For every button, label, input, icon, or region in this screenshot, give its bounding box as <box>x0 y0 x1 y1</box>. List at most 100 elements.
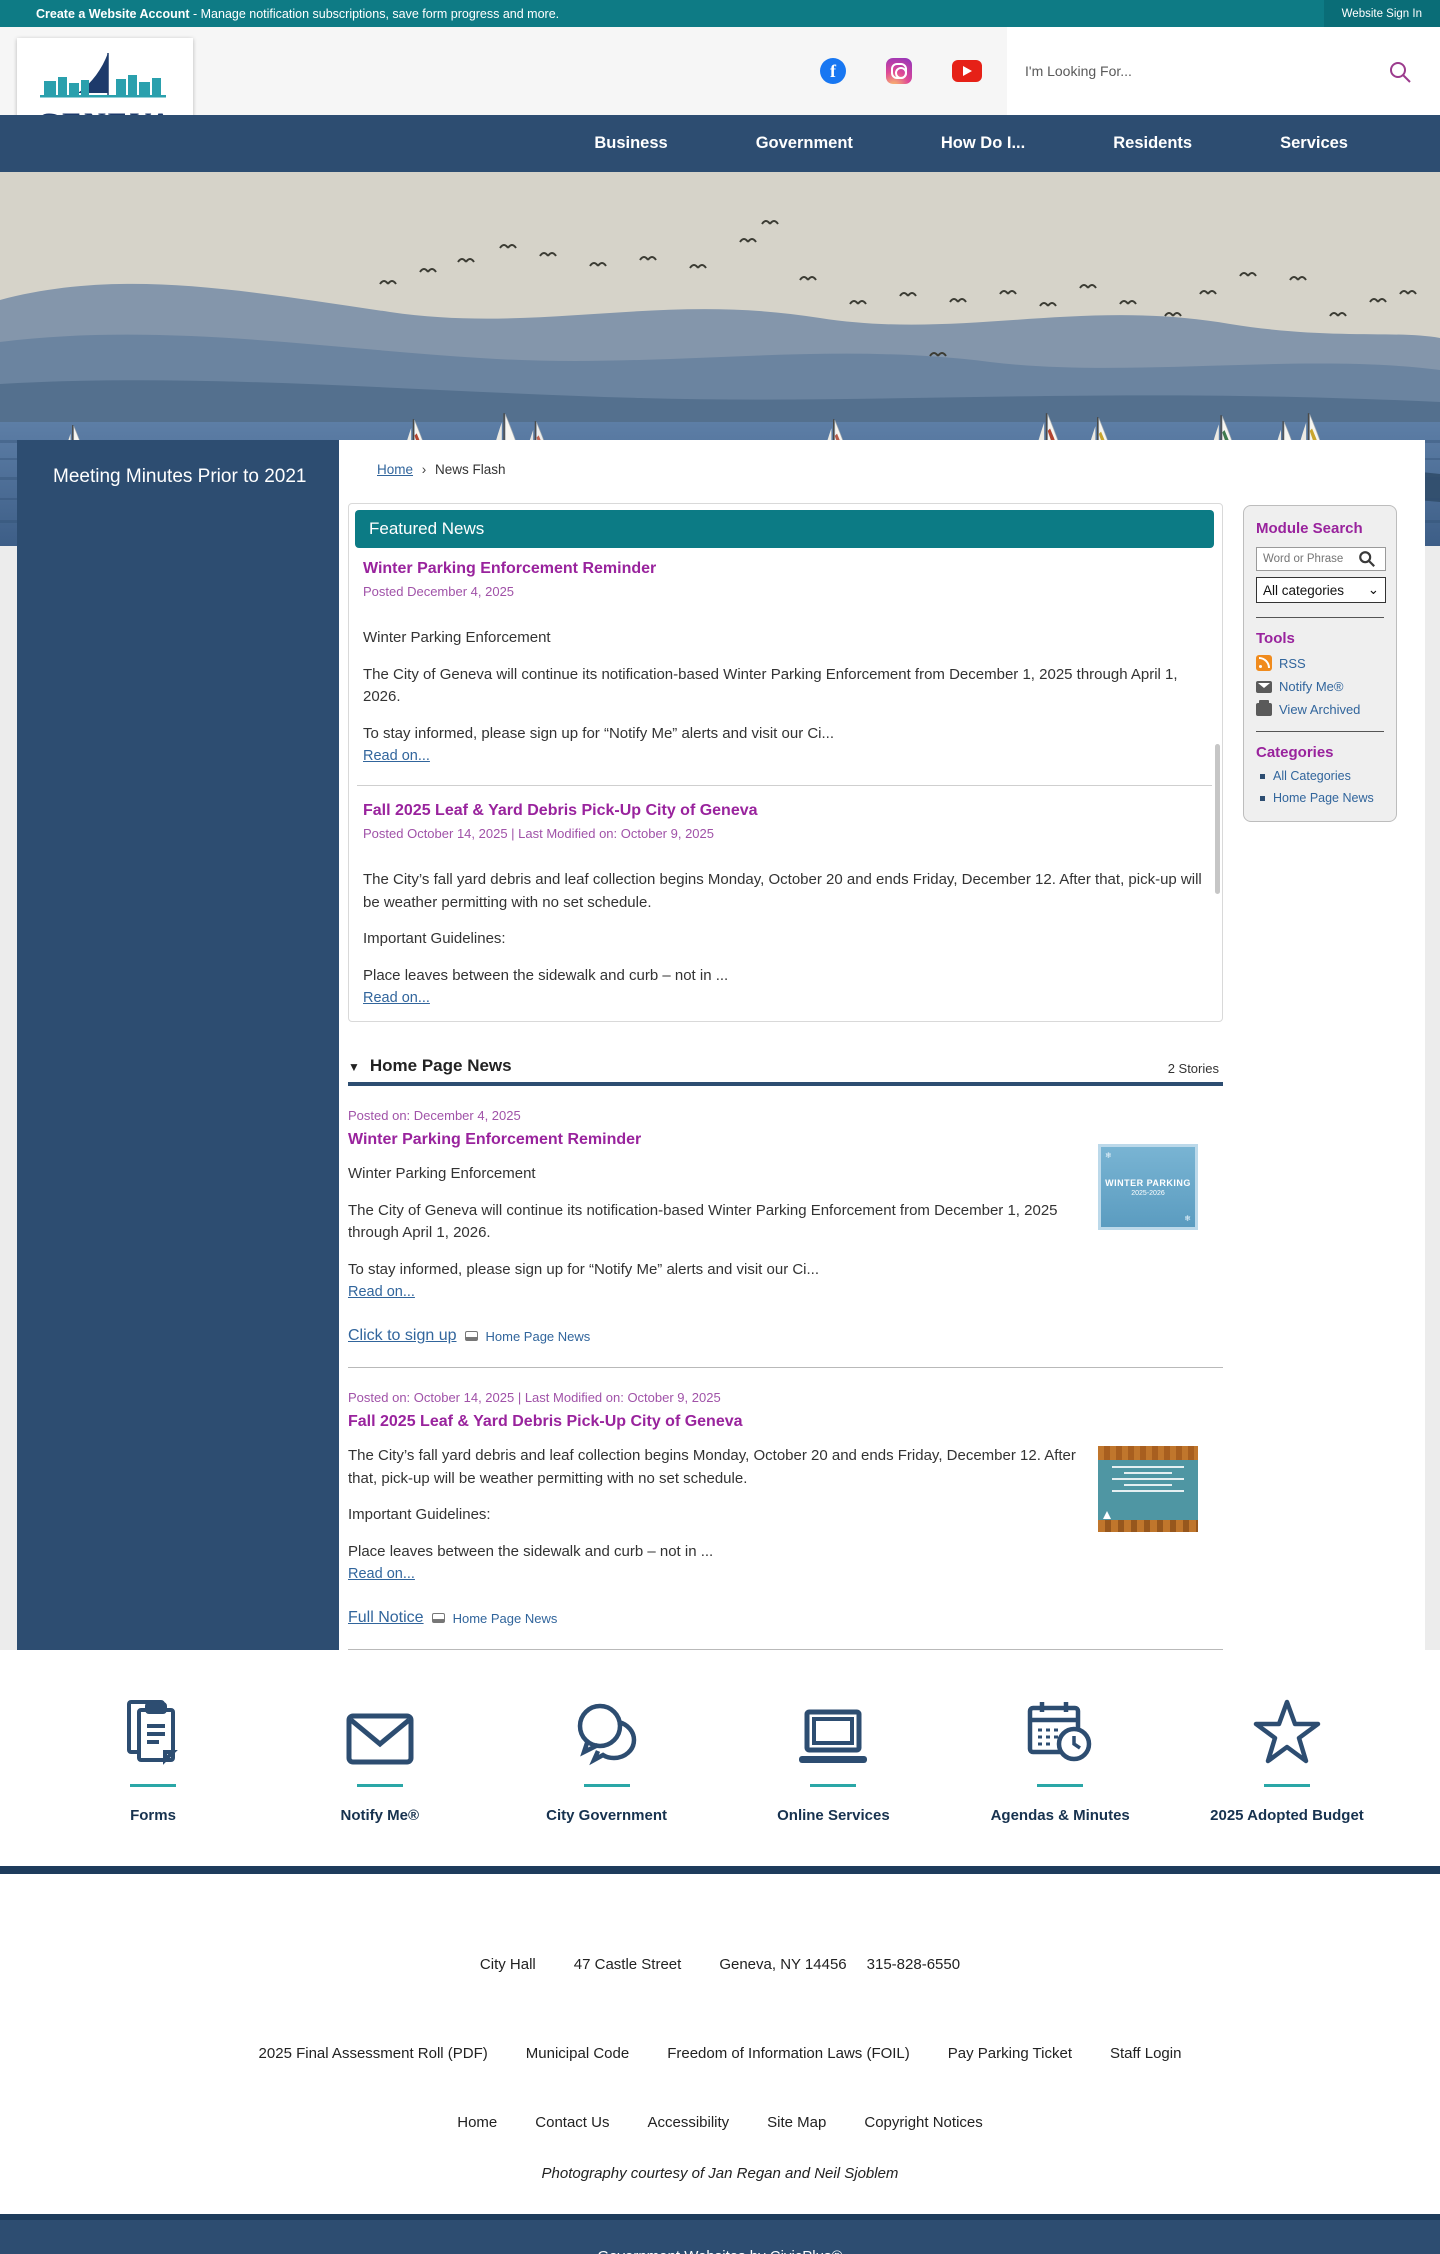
quick-link-label: 2025 Adopted Budget <box>1210 1807 1364 1824</box>
site-header: GENEVA — UNIQUELY URBAN — f <box>0 27 1440 160</box>
post-posted-date: Posted on: December 4, 2025 <box>348 1108 521 1123</box>
search-input[interactable] <box>1007 63 1337 79</box>
tools-title: Tools <box>1256 630 1295 647</box>
instagram-icon[interactable] <box>886 58 912 84</box>
contact-us-link[interactable]: Contact Us <box>535 2114 609 2131</box>
quick-link-adopted-budget[interactable]: 2025 Adopted Budget <box>1182 1650 1392 1866</box>
sidebar-item-meeting-minutes[interactable]: Meeting Minutes Prior to 2021 <box>53 466 319 488</box>
quick-link-label: City Government <box>546 1807 668 1824</box>
assessment-roll-link[interactable]: 2025 Final Assessment Roll (PDF) <box>259 2045 488 2062</box>
quick-link-notify-me[interactable]: Notify Me® <box>275 1650 485 1866</box>
site-map-link[interactable]: Site Map <box>767 2114 826 2131</box>
footer-links-row2: Home Contact Us Accessibility Site Map C… <box>0 2114 1440 2131</box>
paragraph: Place leaves between the sidewalk and cu… <box>348 1542 714 1560</box>
quick-link-city-government[interactable]: City Government <box>502 1650 712 1866</box>
chevron-down-icon: ⌄ <box>1367 582 1379 597</box>
social-icons: f <box>820 27 982 115</box>
category-select-value: All categories <box>1263 582 1345 598</box>
featured-article-title[interactable]: Winter Parking Enforcement Reminder <box>363 560 1204 578</box>
tool-notify-me[interactable]: Notify Me® <box>1256 679 1384 694</box>
quick-link-label: Forms <box>130 1807 176 1824</box>
calendar-clock-icon <box>1027 1702 1092 1762</box>
paragraph: The City of Geneva will continue its not… <box>348 1201 1058 1242</box>
post-title[interactable]: Winter Parking Enforcement Reminder <box>348 1131 1223 1149</box>
paragraph: Winter Parking Enforcement <box>363 629 551 646</box>
accent-bar <box>810 1784 857 1787</box>
tool-view-archived[interactable]: View Archived <box>1256 700 1384 717</box>
post-body: Winter Parking Enforcement The City of G… <box>348 1163 1088 1281</box>
accessibility-link[interactable]: Accessibility <box>647 2114 729 2131</box>
rss-link[interactable]: RSS <box>1279 656 1306 671</box>
municipal-code-link[interactable]: Municipal Code <box>526 2045 629 2062</box>
footer-separator <box>0 1866 1440 1874</box>
category-select[interactable]: All categories ⌄ <box>1256 577 1386 603</box>
quick-link-forms[interactable]: Forms <box>48 1650 258 1866</box>
nav-how-do-i[interactable]: How Do I... <box>897 134 1069 153</box>
full-notice-link[interactable]: Full Notice <box>348 1609 424 1627</box>
read-on-link[interactable]: Read on... <box>348 1284 415 1300</box>
notify-me-link[interactable]: Notify Me® <box>1279 679 1343 694</box>
category-all[interactable]: All Categories <box>1260 769 1384 783</box>
nav-government[interactable]: Government <box>712 134 897 153</box>
address-city: Geneva, NY 14456 <box>719 1956 847 1973</box>
pay-parking-ticket-link[interactable]: Pay Parking Ticket <box>948 2045 1072 2062</box>
forms-icon <box>127 1700 178 1765</box>
civicplus-credit[interactable]: Government Websites by CivicPlus® <box>597 2248 842 2254</box>
foil-link[interactable]: Freedom of Information Laws (FOIL) <box>667 2045 910 2062</box>
paragraph: To stay informed, please sign up for “No… <box>348 1260 820 1278</box>
quick-link-agendas-minutes[interactable]: Agendas & Minutes <box>955 1650 1165 1866</box>
search-icon[interactable] <box>1388 60 1412 84</box>
home-link[interactable]: Home <box>457 2114 497 2131</box>
paragraph: The City’s fall yard debris and leaf col… <box>348 1447 1076 1487</box>
module-search-icon[interactable] <box>1358 550 1376 568</box>
post-title[interactable]: Fall 2025 Leaf & Yard Debris Pick-Up Cit… <box>348 1413 1223 1431</box>
read-on-link[interactable]: Read on... <box>348 1566 415 1582</box>
laptop-icon <box>799 1709 868 1763</box>
page-icon <box>464 1331 478 1341</box>
copyright-notices-link[interactable]: Copyright Notices <box>864 2114 982 2131</box>
category-home-page-news[interactable]: Home Page News <box>1260 791 1384 805</box>
featured-article-posted: Posted October 14, 2025 | Last Modified … <box>363 826 714 841</box>
chevron-down-icon: ▼ <box>348 1060 360 1074</box>
featured-scrollbar[interactable] <box>1215 744 1220 894</box>
read-on-link[interactable]: Read on... <box>363 748 430 764</box>
website-sign-in-button[interactable]: Website Sign In <box>1323 0 1440 27</box>
news-post: Posted on: October 14, 2025 | Last Modif… <box>348 1368 1223 1650</box>
home-page-news-link[interactable]: Home Page News <box>1273 791 1374 805</box>
featured-news-header: Featured News <box>355 510 1214 548</box>
tool-rss[interactable]: RSS <box>1256 655 1384 671</box>
create-account-link[interactable]: Create a Website Account <box>36 7 190 21</box>
post-thumbnail-winter-parking[interactable]: WINTER PARKING 2025-2026 <box>1098 1144 1198 1230</box>
divider <box>357 785 1212 786</box>
home-page-news-toggle[interactable]: ▼ Home Page News <box>348 1056 512 1076</box>
category-link[interactable]: Home Page News <box>453 1611 558 1626</box>
nav-business[interactable]: Business <box>550 134 711 153</box>
quick-link-label: Agendas & Minutes <box>990 1807 1130 1824</box>
nav-services[interactable]: Services <box>1236 134 1392 153</box>
module-search-title: Module Search <box>1256 520 1363 537</box>
promo-text[interactable]: Create a Website Account - Manage notifi… <box>0 7 559 21</box>
featured-article-title[interactable]: Fall 2025 Leaf & Yard Debris Pick-Up Cit… <box>363 802 1204 820</box>
site-search <box>1007 27 1440 115</box>
youtube-icon[interactable] <box>952 60 982 82</box>
address-name: City Hall <box>479 1956 536 1973</box>
view-archived-link[interactable]: View Archived <box>1279 702 1360 717</box>
all-categories-link[interactable]: All Categories <box>1273 769 1351 783</box>
featured-article: Winter Parking Enforcement Reminder Post… <box>355 548 1214 769</box>
accent-bar <box>130 1784 176 1787</box>
archive-icon <box>1256 700 1272 716</box>
footer: City Hall 47 Castle Street Geneva, NY 14… <box>0 1874 1440 2214</box>
address-phone: 315-828-6550 <box>866 1956 961 1973</box>
read-on-link[interactable]: Read on... <box>363 990 430 1006</box>
nav-residents[interactable]: Residents <box>1069 134 1236 153</box>
staff-login-link[interactable]: Staff Login <box>1110 2045 1181 2062</box>
featured-article-body: The City’s fall yard debris and leaf col… <box>363 869 1204 987</box>
facebook-icon[interactable]: f <box>820 58 846 84</box>
click-to-sign-up-link[interactable]: Click to sign up <box>348 1327 457 1345</box>
envelope-icon <box>346 1713 414 1765</box>
breadcrumb-home-link[interactable]: Home <box>377 462 413 477</box>
quick-link-online-services[interactable]: Online Services <box>728 1650 938 1866</box>
breadcrumb-current: News Flash <box>435 462 506 477</box>
category-link[interactable]: Home Page News <box>486 1329 591 1344</box>
post-thumbnail-leaf-notice[interactable] <box>1098 1446 1198 1532</box>
